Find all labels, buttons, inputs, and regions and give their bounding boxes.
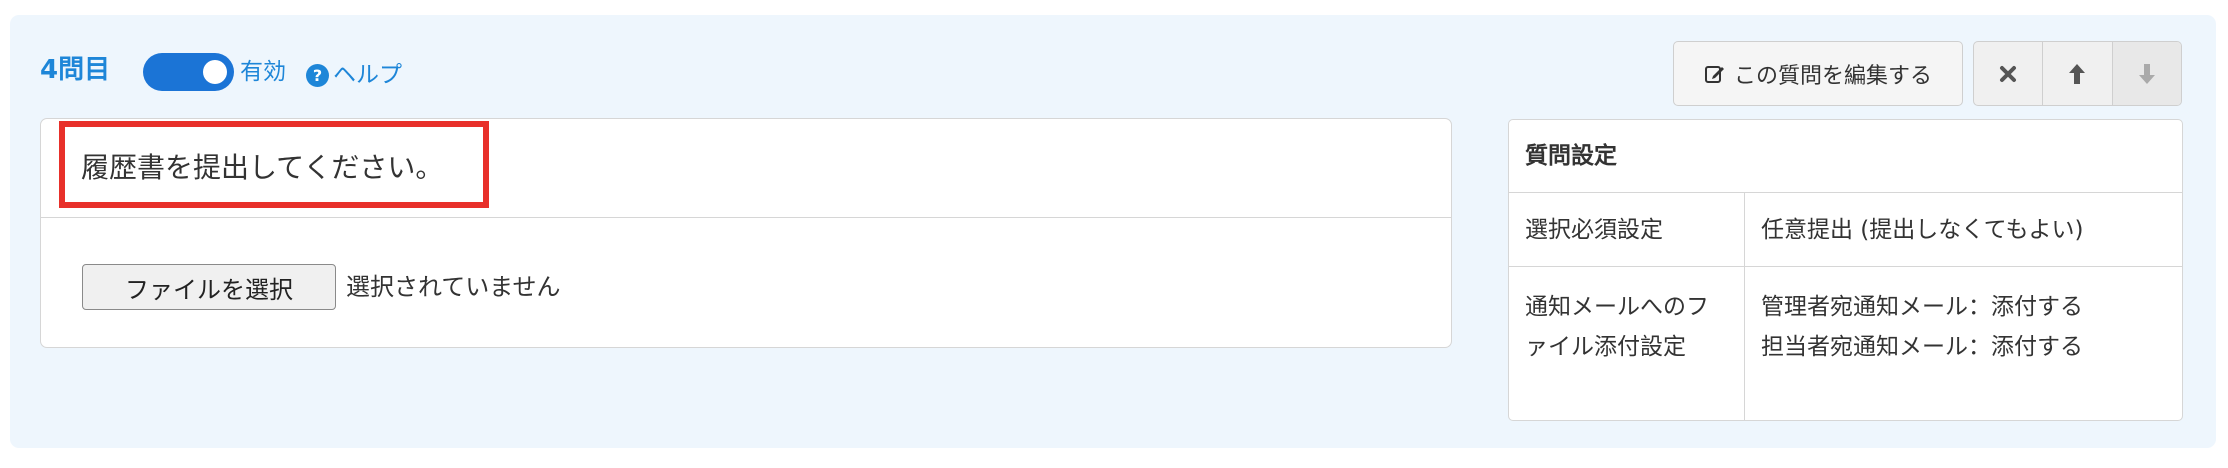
question-card: 履歴書を提出してください。 ファイルを選択 選択されていません bbox=[40, 118, 1452, 348]
settings-row-required: 選択必須設定 任意提出 (提出しなくてもよい) bbox=[1509, 193, 2182, 267]
help-link[interactable]: ? ヘルプ bbox=[306, 52, 402, 92]
question-settings-table: 質問設定 選択必須設定 任意提出 (提出しなくてもよい) 通知メールへのファイル… bbox=[1508, 119, 2183, 421]
help-icon: ? bbox=[306, 63, 329, 87]
settings-value-attachment: 管理者宛通知メール：添付する 担当者宛通知メール：添付する bbox=[1745, 267, 2182, 421]
settings-value-required: 任意提出 (提出しなくてもよい) bbox=[1745, 193, 2182, 266]
question-card-header: 履歴書を提出してください。 bbox=[41, 119, 1451, 218]
arrow-up-icon bbox=[2069, 63, 2086, 84]
choose-file-button[interactable]: ファイルを選択 bbox=[82, 264, 336, 310]
question-number: 4問目 bbox=[40, 55, 111, 85]
enabled-toggle[interactable] bbox=[143, 53, 234, 91]
edit-icon bbox=[1704, 65, 1724, 83]
settings-row-attachment: 通知メールへのファイル添付設定 管理者宛通知メール：添付する 担当者宛通知メール… bbox=[1509, 267, 2182, 421]
edit-question-button[interactable]: この質問を編集する bbox=[1673, 41, 1963, 106]
settings-value-line: 任意提出 (提出しなくてもよい) bbox=[1761, 217, 2084, 243]
delete-question-button[interactable] bbox=[1974, 42, 2044, 105]
highlight-box bbox=[59, 121, 489, 208]
toggle-label: 有効 bbox=[240, 59, 286, 85]
question-actions bbox=[1973, 41, 2182, 106]
file-status: 選択されていません bbox=[346, 273, 561, 301]
settings-label-attachment: 通知メールへのファイル添付設定 bbox=[1509, 267, 1745, 421]
help-label: ヘルプ bbox=[333, 62, 402, 88]
settings-label-required: 選択必須設定 bbox=[1509, 193, 1745, 266]
edit-question-label: この質問を編集する bbox=[1733, 63, 1932, 89]
arrow-down-icon bbox=[2138, 63, 2155, 84]
close-icon bbox=[2000, 65, 2017, 82]
settings-title: 質問設定 bbox=[1509, 120, 2182, 193]
move-down-button[interactable] bbox=[2112, 42, 2181, 105]
toggle-knob bbox=[203, 60, 227, 84]
move-up-button[interactable] bbox=[2043, 42, 2113, 105]
settings-value-line: 担当者宛通知メール：添付する bbox=[1761, 334, 2083, 360]
settings-value-line: 管理者宛通知メール：添付する bbox=[1761, 294, 2083, 320]
